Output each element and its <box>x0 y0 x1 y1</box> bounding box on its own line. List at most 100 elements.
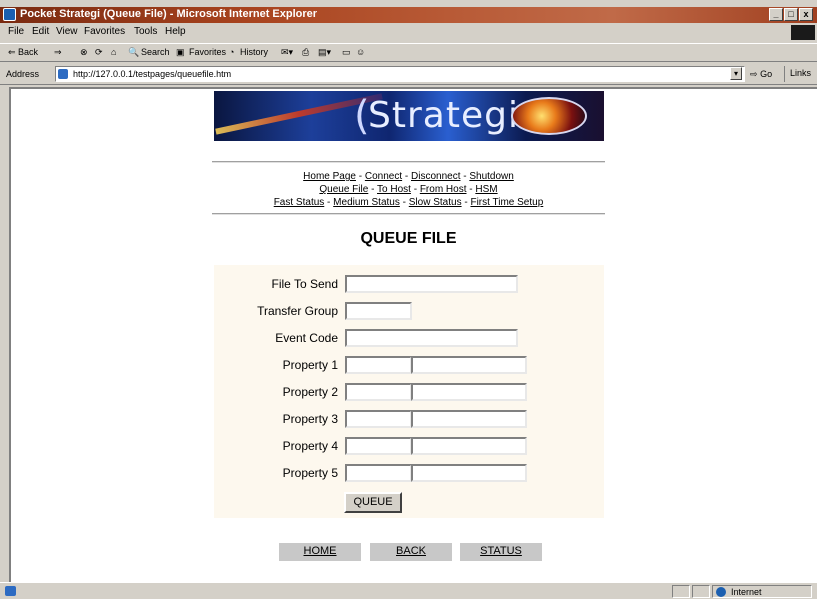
queue-form: File To Send Transfer Group Event Code P… <box>214 265 604 518</box>
property-1-name-input[interactable] <box>345 356 412 374</box>
transfer-group-input[interactable] <box>345 302 412 320</box>
menu-file[interactable]: File <box>8 26 24 37</box>
nav-fast-status[interactable]: Fast Status <box>274 197 325 208</box>
mail-icon[interactable]: ✉▾ <box>281 47 293 58</box>
search-button[interactable]: Search <box>141 47 170 57</box>
nav-connect[interactable]: Connect <box>365 171 402 182</box>
nav-to-host[interactable]: To Host <box>377 184 411 195</box>
transfer-group-label: Transfer Group <box>257 304 338 318</box>
file-to-send-row: File To Send <box>214 275 604 295</box>
go-label: Go <box>760 69 773 79</box>
property-label: Property 1 <box>282 358 338 372</box>
property-label: Property 5 <box>282 466 338 480</box>
menu-favorites[interactable]: Favorites <box>84 26 125 37</box>
title-bar: Pocket Strategi (Queue File) - Microsoft… <box>0 7 817 23</box>
status-button[interactable]: STATUS <box>460 543 542 561</box>
file-to-send-input[interactable] <box>345 275 518 293</box>
page-icon <box>58 69 68 79</box>
nav-queue-file[interactable]: Queue File <box>319 184 368 195</box>
strategi-banner: ( Strategi <box>214 91 604 141</box>
menu-help[interactable]: Help <box>165 26 186 37</box>
menu-bar: File Edit View Favorites Tools Help <box>0 24 817 41</box>
discuss-icon[interactable]: ▭ <box>342 47 351 58</box>
nav-disconnect[interactable]: Disconnect <box>411 171 460 182</box>
status-pane <box>672 585 690 598</box>
nav-separator: - <box>399 197 409 208</box>
nav-from-host[interactable]: From Host <box>420 184 467 195</box>
property-2-name-input[interactable] <box>345 383 412 401</box>
property-3-value-input[interactable] <box>411 410 527 428</box>
favorites-button[interactable]: Favorites <box>189 47 226 57</box>
property-4-value-input[interactable] <box>411 437 527 455</box>
home-button[interactable]: HOME <box>279 543 361 561</box>
address-field[interactable]: http://127.0.0.1/testpages/queuefile.htm <box>55 66 745 82</box>
nav-first-time-setup[interactable]: First Time Setup <box>470 197 543 208</box>
property-label: Property 2 <box>282 385 338 399</box>
nav-shutdown[interactable]: Shutdown <box>469 171 513 182</box>
property-5-value-input[interactable] <box>411 464 527 482</box>
forward-button[interactable]: ⇒ <box>54 47 62 58</box>
bottom-divider <box>212 213 605 215</box>
back-page-button[interactable]: BACK <box>370 543 452 561</box>
property-2-value-input[interactable] <box>411 383 527 401</box>
go-arrow-icon: ⇨ <box>750 69 758 79</box>
status-pane <box>692 585 710 598</box>
history-icon: ◔ <box>229 47 235 57</box>
address-url[interactable]: http://127.0.0.1/testpages/queuefile.htm <box>73 69 231 79</box>
windows-flag-icon <box>791 25 815 40</box>
property-3-name-input[interactable] <box>345 410 412 428</box>
messenger-icon[interactable]: ☺ <box>356 47 365 57</box>
event-code-row: Event Code <box>214 329 604 349</box>
refresh-icon[interactable]: ⟳ <box>95 47 103 58</box>
links-button[interactable]: Links <box>784 66 816 82</box>
nav-separator: - <box>368 184 378 195</box>
banner-orb-logo <box>511 97 587 135</box>
minimize-button[interactable]: _ <box>769 8 783 21</box>
property-label: Property 3 <box>282 412 338 426</box>
home-icon[interactable]: ⌂ <box>111 47 116 57</box>
nav-hsm[interactable]: HSM <box>475 184 497 195</box>
print-icon[interactable]: ⎙ <box>302 47 309 58</box>
toolbar: ⇐ Back ⇒ ⊗ ⟳ ⌂ 🔍 Search ▣ Favorites ◔ Hi… <box>0 43 817 62</box>
zone-label: Internet <box>731 587 762 597</box>
nav-row-1: Home Page - Connect - Disconnect - Shutd… <box>212 170 605 183</box>
nav-medium-status[interactable]: Medium Status <box>333 197 400 208</box>
nav-separator: - <box>402 171 411 182</box>
go-button[interactable]: ⇨ Go <box>750 69 772 80</box>
address-dropdown-icon[interactable]: ▾ <box>730 67 742 80</box>
close-button[interactable]: x <box>799 8 813 21</box>
menu-tools[interactable]: Tools <box>134 26 157 37</box>
status-bar: Internet <box>0 582 817 599</box>
property-row: Property 3 <box>214 410 604 430</box>
page-title: QUEUE FILE <box>360 230 457 247</box>
property-row: Property 5 <box>214 464 604 484</box>
search-icon: 🔍 <box>128 47 140 57</box>
back-button[interactable]: ⇐ Back <box>8 47 38 58</box>
property-label: Property 4 <box>282 439 338 453</box>
stop-icon[interactable]: ⊗ <box>80 47 88 58</box>
maximize-button[interactable]: □ <box>784 8 798 21</box>
event-code-input[interactable] <box>345 329 518 347</box>
banner-logo-text: Strategi <box>368 95 519 136</box>
page-viewport: ( Strategi Home Page - Connect - Disconn… <box>9 87 817 582</box>
history-button[interactable]: History <box>240 47 268 57</box>
page-status-icon <box>5 586 16 596</box>
security-zone: Internet <box>712 585 812 598</box>
property-4-name-input[interactable] <box>345 437 412 455</box>
menu-edit[interactable]: Edit <box>32 26 49 37</box>
property-row: Property 4 <box>214 437 604 457</box>
edit-icon[interactable]: ▤▾ <box>318 47 331 58</box>
nav-home-page[interactable]: Home Page <box>303 171 356 182</box>
nav-row-2: Queue File - To Host - From Host - HSM <box>212 183 605 196</box>
queue-button[interactable]: QUEUE <box>344 492 402 513</box>
property-row: Property 2 <box>214 383 604 403</box>
property-row: Property 1 <box>214 356 604 376</box>
nav-separator: - <box>324 197 334 208</box>
nav-separator: - <box>355 171 365 182</box>
nav-slow-status[interactable]: Slow Status <box>409 197 462 208</box>
address-bar: Address http://127.0.0.1/testpages/queue… <box>0 64 817 85</box>
menu-view[interactable]: View <box>56 26 78 37</box>
property-5-name-input[interactable] <box>345 464 412 482</box>
property-1-value-input[interactable] <box>411 356 527 374</box>
address-label: Address <box>6 69 40 79</box>
